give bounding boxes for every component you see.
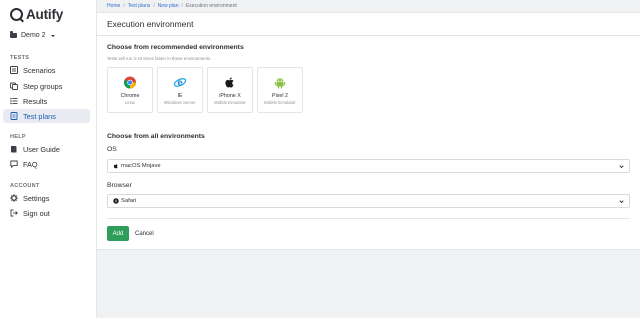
sidebar-item-label: FAQ [23, 159, 38, 169]
folder-icon [10, 31, 17, 39]
sidebar-item-label: Step groups [23, 81, 63, 91]
apple-icon [224, 76, 237, 89]
os-select[interactable]: macOS Mojave [107, 159, 630, 173]
workspace-switcher[interactable]: Demo 2 [10, 31, 55, 39]
ie-icon: e [173, 76, 187, 89]
env-desc: Windows Server [164, 100, 196, 105]
chevron-down-icon [619, 199, 624, 204]
book-icon [10, 145, 18, 153]
step-groups-icon [10, 82, 18, 90]
breadcrumb: Home / Test plans / New plan / Execution… [97, 0, 640, 12]
autify-logo-icon [10, 8, 23, 21]
env-name: IE [177, 93, 183, 99]
breadcrumb-test-plans[interactable]: Test plans [128, 3, 151, 9]
sidebar-item-label: User Guide [23, 144, 60, 154]
sidebar-item-scenarios[interactable]: Scenarios [3, 63, 90, 77]
browser-select[interactable]: Safari [107, 194, 630, 208]
page-title: Execution environment [107, 19, 194, 29]
breadcrumb-separator: / [181, 3, 183, 9]
workspace-name: Demo 2 [21, 32, 46, 39]
caret-down-icon [50, 34, 55, 37]
env-card-ie[interactable]: e IE Windows Server [157, 67, 203, 113]
section-label-tests: TESTS [10, 55, 30, 61]
apple-icon [113, 163, 119, 169]
sign-out-icon [10, 209, 18, 217]
gear-icon [10, 194, 18, 202]
sidebar-item-label: Settings [23, 193, 50, 203]
cancel-button[interactable]: Cancel [135, 226, 154, 241]
env-desc: Mobile Emulator [214, 100, 246, 105]
browser-label: Browser [107, 182, 132, 189]
add-button[interactable]: Add [107, 226, 129, 241]
recommended-heading: Choose from recommended environments [107, 44, 244, 51]
sidebar: Autify Demo 2 TESTS Scenarios Step group… [0, 0, 97, 318]
sidebar-item-label: Scenarios [23, 65, 56, 75]
svg-text:e: e [177, 78, 182, 89]
autify-logo[interactable]: Autify [10, 7, 63, 22]
env-desc: Linux [124, 100, 136, 105]
breadcrumb-home[interactable]: Home [107, 3, 120, 9]
scenarios-icon [10, 66, 18, 74]
environment-panel: Choose from recommended environments Tes… [97, 36, 640, 250]
breadcrumb-new-plan[interactable]: New plan [158, 3, 179, 9]
breadcrumb-separator: / [153, 3, 155, 9]
chrome-icon [123, 76, 137, 89]
sidebar-item-step-groups[interactable]: Step groups [3, 79, 90, 93]
all-environments-heading: Choose from all environments [107, 133, 205, 140]
sidebar-item-results[interactable]: Results [3, 94, 90, 108]
env-card-chrome[interactable]: Chrome Linux [107, 67, 153, 113]
test-plans-icon [10, 112, 18, 120]
env-desc: Mobile Emulator [264, 100, 296, 105]
env-name: Pixel 2 [272, 93, 288, 99]
env-card-pixel-2[interactable]: Pixel 2 Mobile Emulator [257, 67, 303, 113]
breadcrumb-current: Execution environment [185, 3, 237, 9]
section-label-account: ACCOUNT [10, 183, 40, 189]
breadcrumb-separator: / [123, 3, 125, 9]
safari-icon [113, 198, 119, 204]
env-name: iPhone X [219, 93, 241, 99]
android-icon [274, 76, 287, 89]
env-name: Chrome [120, 93, 140, 99]
brand-name: Autify [26, 7, 64, 22]
recommended-subtext: Tests will run 3-10 times faster in thes… [107, 56, 212, 61]
sidebar-item-test-plans[interactable]: Test plans [3, 109, 90, 123]
sidebar-item-user-guide[interactable]: User Guide [3, 142, 90, 156]
results-icon [10, 97, 18, 105]
sidebar-item-faq[interactable]: FAQ [3, 157, 90, 171]
env-card-iphone-x[interactable]: iPhone X Mobile Emulator [207, 67, 253, 113]
page-header: Execution environment [97, 12, 640, 36]
sidebar-item-settings[interactable]: Settings [3, 191, 90, 205]
sidebar-item-label: Test plans [23, 111, 56, 121]
browser-select-value: Safari [121, 198, 137, 204]
section-label-help: HELP [10, 134, 26, 140]
sidebar-item-label: Sign out [23, 208, 50, 218]
sidebar-item-sign-out[interactable]: Sign out [3, 206, 90, 220]
sidebar-item-label: Results [23, 96, 48, 106]
os-select-value: macOS Mojave [121, 163, 161, 169]
os-label: OS [107, 146, 117, 153]
chevron-down-icon [619, 164, 624, 169]
faq-icon [10, 160, 18, 168]
divider [107, 218, 630, 219]
